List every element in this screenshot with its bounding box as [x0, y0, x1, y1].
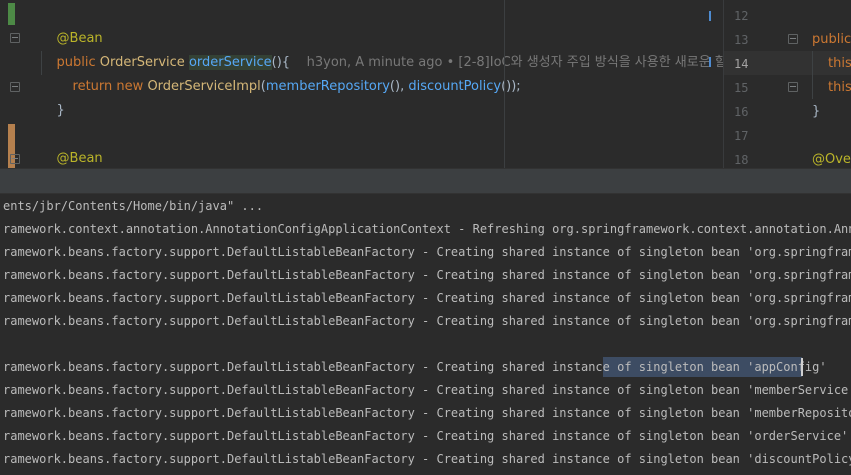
method-call-token: discountPolicy: [408, 79, 502, 94]
console-line[interactable]: ents/jbr/Contents/Home/bin/java" ...: [3, 195, 263, 218]
fold-icon[interactable]: [788, 34, 798, 44]
fold-icon[interactable]: [788, 82, 798, 92]
right-margin-guide: [504, 0, 505, 168]
tool-window-divider[interactable]: [0, 168, 851, 194]
keyword-token: this: [828, 56, 851, 71]
console-line[interactable]: ramework.beans.factory.support.DefaultLi…: [3, 264, 851, 287]
keyword-token: public: [812, 32, 851, 47]
console-line[interactable]: ramework.beans.factory.support.DefaultLi…: [3, 425, 848, 448]
line-number: 16: [734, 105, 749, 119]
scroll-marker: [709, 57, 711, 67]
text-caret: [801, 358, 803, 376]
brace-token: }: [56, 103, 65, 118]
keyword-token: return: [72, 79, 113, 94]
keyword-token: new: [116, 79, 144, 94]
indent-guide: [812, 51, 813, 99]
fold-icon[interactable]: [10, 33, 20, 43]
line-number: 18: [734, 153, 749, 167]
code-line[interactable]: return new OrderServiceImpl(memberReposi…: [56, 51, 521, 94]
console-line[interactable]: ramework.beans.factory.support.DefaultLi…: [3, 310, 851, 333]
code-line[interactable]: @Bean: [40, 3, 103, 46]
fold-icon[interactable]: [10, 82, 20, 92]
editor-gutter: [0, 0, 28, 168]
code-line[interactable]: }: [40, 75, 65, 118]
annotation-token: @Ove: [812, 152, 851, 167]
right-split-editor[interactable]: 12 13 14 15 16 17 18 public this this } …: [723, 0, 851, 168]
line-number: 12: [734, 9, 749, 23]
keyword-token: this: [828, 80, 851, 95]
punctuation-token: (),: [389, 79, 409, 94]
console-line[interactable]: ramework.beans.factory.support.DefaultLi…: [3, 356, 827, 379]
scroll-marker: [709, 11, 711, 21]
console-line[interactable]: ramework.beans.factory.support.DefaultLi…: [3, 402, 851, 425]
code-line[interactable]: public OrderService orderService(){ h3yo…: [40, 27, 767, 70]
code-line[interactable]: @Bean: [40, 123, 103, 166]
console-line[interactable]: ramework.beans.factory.support.DefaultLi…: [3, 287, 851, 310]
brace-token: }: [812, 104, 821, 119]
type-token: OrderServiceImpl: [147, 79, 261, 94]
vcs-added-marker[interactable]: [8, 3, 15, 25]
console-line[interactable]: ramework.context.annotation.AnnotationCo…: [3, 218, 851, 241]
run-console[interactable]: ents/jbr/Contents/Home/bin/java" ... ram…: [0, 194, 851, 475]
console-line[interactable]: ramework.beans.factory.support.DefaultLi…: [3, 241, 851, 264]
fold-icon[interactable]: [10, 154, 20, 164]
console-line[interactable]: ramework.beans.factory.support.DefaultLi…: [3, 379, 851, 402]
line-number: 17: [734, 129, 749, 143]
line-number: 13: [734, 33, 749, 47]
line-number: 15: [734, 81, 749, 95]
code-line[interactable]: public MemberRepository memberRepository…: [40, 147, 373, 168]
console-line[interactable]: ramework.beans.factory.support.DefaultLi…: [3, 448, 851, 471]
method-call-token: memberRepository: [265, 79, 390, 94]
line-number: 14: [734, 57, 749, 71]
code-editor[interactable]: @Bean public OrderService orderService()…: [0, 0, 851, 168]
